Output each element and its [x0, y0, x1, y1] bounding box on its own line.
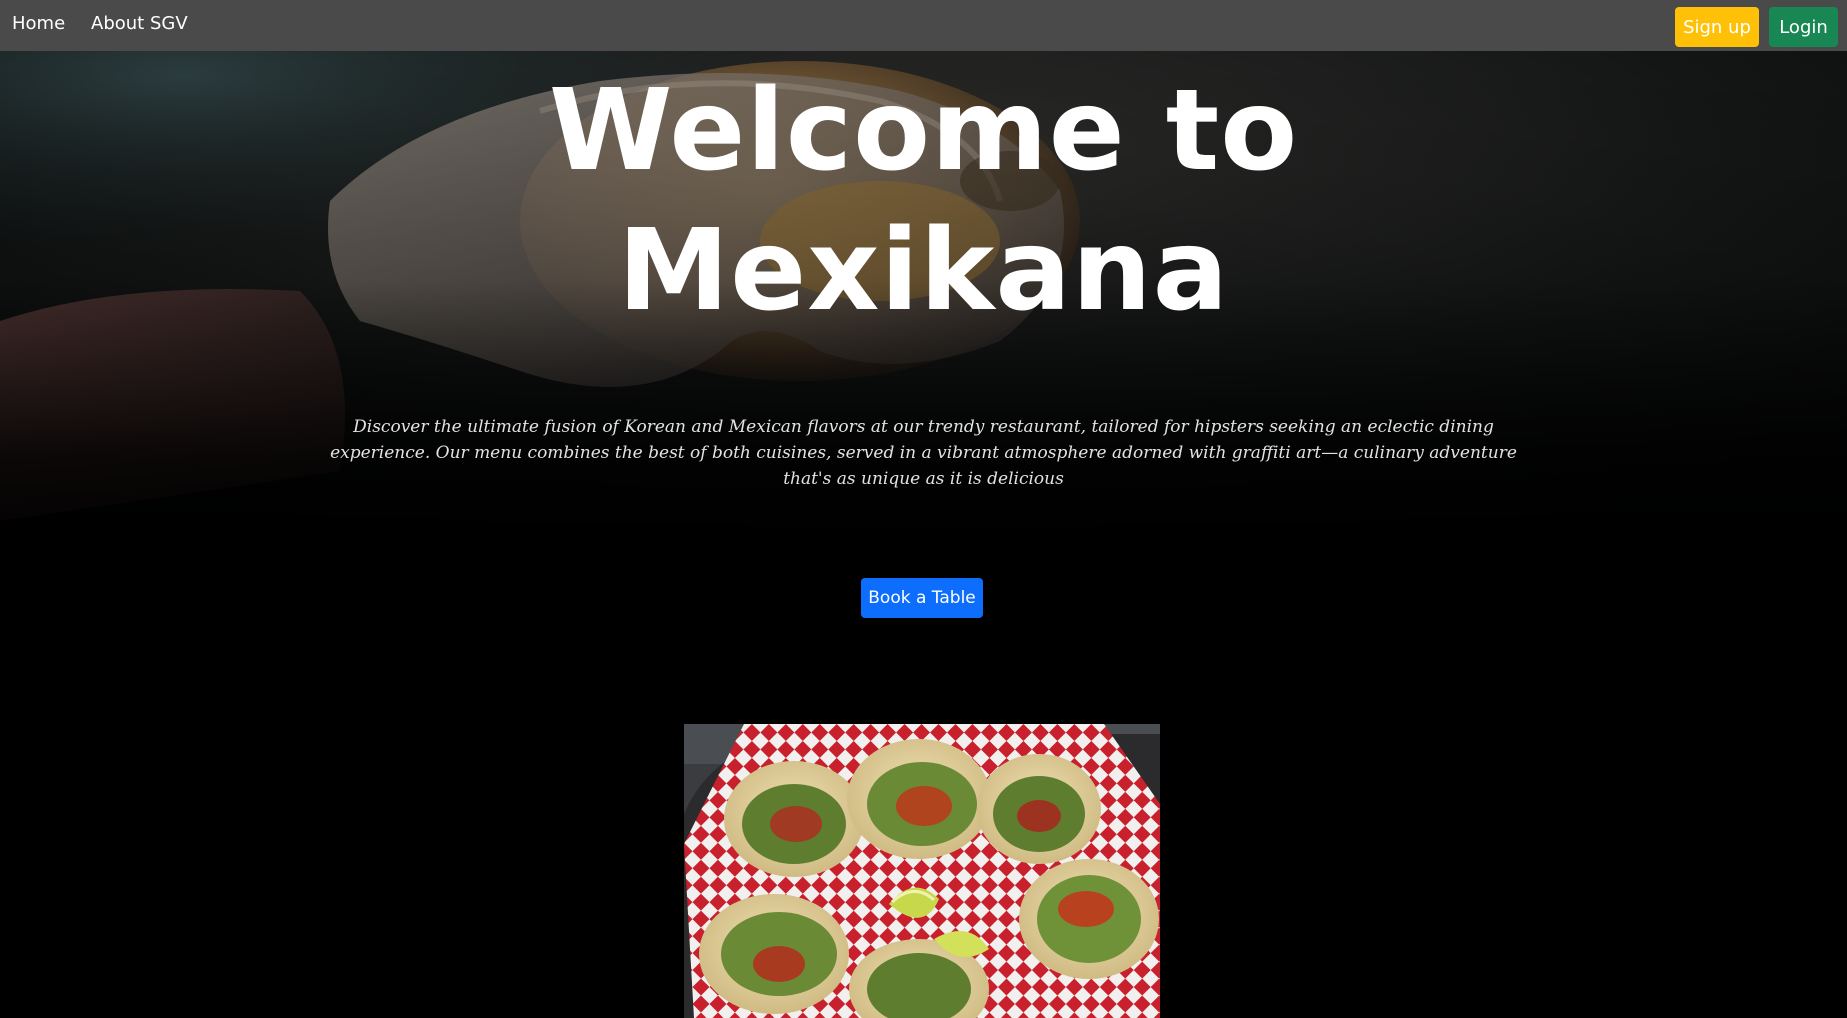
signup-button[interactable]: Sign up: [1675, 7, 1759, 47]
book-table-button[interactable]: Book a Table: [861, 578, 983, 618]
hero-title: Welcome to Mexikana: [0, 61, 1847, 341]
tacos-image: [684, 724, 1160, 1018]
hero-description: Discover the ultimate fusion of Korean a…: [330, 417, 1517, 489]
hero-section: Welcome to Mexikana Discover the ultimat…: [0, 51, 1847, 561]
nav-link-home[interactable]: Home: [12, 13, 65, 35]
login-button[interactable]: Login: [1769, 7, 1838, 47]
navbar: Home About SGV Sign up Login: [0, 0, 1847, 51]
hero-title-line-2: Mexikana: [617, 206, 1230, 336]
nav-link-about-sgv[interactable]: About SGV: [91, 13, 188, 35]
page: Home About SGV Sign up Login Welcome to …: [0, 0, 1847, 1018]
hero-title-line-1: Welcome to: [548, 66, 1299, 196]
